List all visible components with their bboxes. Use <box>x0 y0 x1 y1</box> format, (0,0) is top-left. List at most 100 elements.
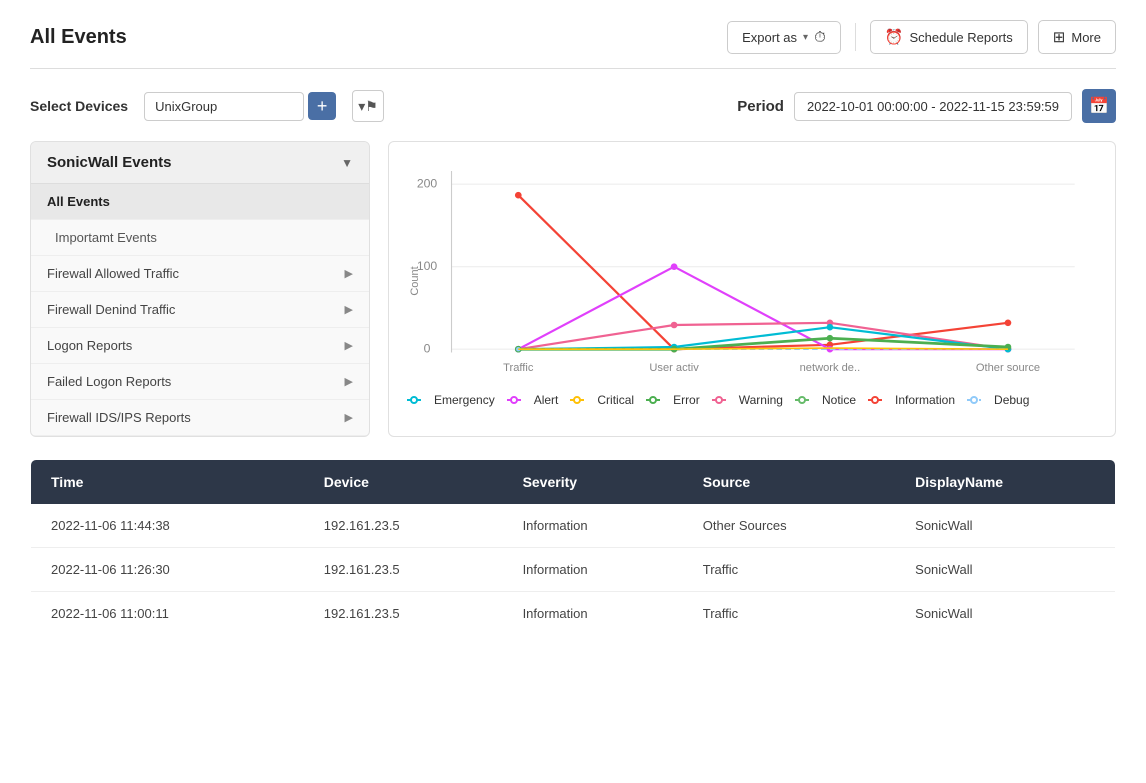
filter-icon: ▾⚑ <box>358 98 378 115</box>
header-actions: Export as ▾ ⏱ ⏰ Schedule Reports ⊞ More <box>727 20 1116 54</box>
legend-label: Alert <box>534 393 559 407</box>
page-title: All Events <box>30 26 127 49</box>
alarm-icon: ⏰ <box>885 28 904 46</box>
legend-label: Warning <box>739 393 783 407</box>
period-wrap: Period 2022-10-01 00:00:00 - 2022-11-15 … <box>737 89 1116 123</box>
chart-svg: 200 100 0 Traffic User activ network de.… <box>407 160 1097 380</box>
content: SonicWall Events ▼ All Events Importamt … <box>30 141 1116 437</box>
cell-displayname: SonicWall <box>895 548 1115 592</box>
legend-alert: Alert <box>507 393 559 407</box>
toolbar: Select Devices + ▾⚑ Period 2022-10-01 00… <box>30 89 1116 123</box>
legend-label: Notice <box>822 393 856 407</box>
filter-button[interactable]: ▾⚑ <box>352 90 384 122</box>
legend-label: Information <box>895 393 955 407</box>
col-severity: Severity <box>503 460 683 505</box>
export-button[interactable]: Export as ▾ ⏱ <box>727 21 841 54</box>
cell-source: Traffic <box>683 548 895 592</box>
legend-debug: Debug <box>967 393 1029 407</box>
sidebar-chevron-icon: ▼ <box>341 156 353 170</box>
svg-text:User activ: User activ <box>649 362 699 374</box>
export-label: Export as <box>742 30 797 45</box>
svg-text:Other source: Other source <box>976 362 1040 374</box>
sidebar-item-logon-reports[interactable]: Logon Reports ▶ <box>31 328 369 364</box>
legend-information: Information <box>868 393 955 407</box>
sidebar-item-label: Logon Reports <box>47 338 132 353</box>
sidebar-header: SonicWall Events ▼ <box>31 142 369 184</box>
sidebar-item-firewall-denied[interactable]: Firewall Denind Traffic ▶ <box>31 292 369 328</box>
col-source: Source <box>683 460 895 505</box>
divider <box>855 23 856 51</box>
svg-text:Traffic: Traffic <box>503 362 534 374</box>
cell-device: 192.161.23.5 <box>304 504 503 548</box>
sidebar-item-ids-ips[interactable]: Firewall IDS/IPS Reports ▶ <box>31 400 369 436</box>
sidebar-item-label: Firewall IDS/IPS Reports <box>47 410 191 425</box>
svg-text:0: 0 <box>424 342 431 356</box>
cell-displayname: SonicWall <box>895 592 1115 636</box>
sidebar-item-important-events[interactable]: Importamt Events <box>31 220 369 256</box>
svg-text:200: 200 <box>417 177 438 191</box>
chart-area: 200 100 0 Traffic User activ network de.… <box>388 141 1116 437</box>
legend-error: Error <box>646 393 700 407</box>
cell-time: 2022-11-06 11:44:38 <box>31 504 304 548</box>
legend-warning: Warning <box>712 393 783 407</box>
sidebar-item-all-events[interactable]: All Events <box>31 184 369 220</box>
calendar-icon: 📅 <box>1089 96 1109 116</box>
cell-device: 192.161.23.5 <box>304 592 503 636</box>
chevron-down-icon: ▾ <box>803 32 808 43</box>
sidebar-item-firewall-allowed[interactable]: Firewall Allowed Traffic ▶ <box>31 256 369 292</box>
period-value: 2022-10-01 00:00:00 - 2022-11-15 23:59:5… <box>794 92 1072 121</box>
legend-emergency: Emergency <box>407 393 495 407</box>
device-select-wrap: + <box>144 92 336 121</box>
cell-severity: Information <box>503 548 683 592</box>
schedule-label: Schedule Reports <box>909 30 1012 45</box>
sidebar-item-label: Firewall Allowed Traffic <box>47 266 179 281</box>
page-header: All Events Export as ▾ ⏱ ⏰ Schedule Repo… <box>30 20 1116 69</box>
legend-notice: Notice <box>795 393 856 407</box>
cell-severity: Information <box>503 504 683 548</box>
col-displayname: DisplayName <box>895 460 1115 505</box>
table-header-row: Time Device Severity Source DisplayName <box>31 460 1116 505</box>
sidebar-item-label: Firewall Denind Traffic <box>47 302 175 317</box>
select-devices-label: Select Devices <box>30 98 128 114</box>
table-section: Time Device Severity Source DisplayName … <box>30 459 1116 636</box>
table-row: 2022-11-06 11:00:11 192.161.23.5 Informa… <box>31 592 1116 636</box>
col-device: Device <box>304 460 503 505</box>
legend-label: Error <box>673 393 700 407</box>
svg-text:network de..: network de.. <box>800 362 861 374</box>
sidebar-item-failed-logon[interactable]: Failed Logon Reports ▶ <box>31 364 369 400</box>
cell-severity: Information <box>503 592 683 636</box>
legend-label: Critical <box>597 393 634 407</box>
legend-label: Emergency <box>434 393 495 407</box>
chevron-right-icon: ▶ <box>345 375 353 388</box>
sidebar-title: SonicWall Events <box>47 154 171 171</box>
period-label: Period <box>737 98 784 115</box>
more-label: More <box>1071 30 1101 45</box>
cell-source: Traffic <box>683 592 895 636</box>
chevron-right-icon: ▶ <box>345 411 353 424</box>
cell-time: 2022-11-06 11:00:11 <box>31 592 304 636</box>
cell-displayname: SonicWall <box>895 504 1115 548</box>
export-clock-icon: ⏱ <box>814 29 826 46</box>
legend-label: Debug <box>994 393 1029 407</box>
cell-time: 2022-11-06 11:26:30 <box>31 548 304 592</box>
chart-legend: Emergency Alert Critical Error Warning <box>407 393 1097 407</box>
calendar-button[interactable]: 📅 <box>1082 89 1116 123</box>
add-device-button[interactable]: + <box>308 92 336 120</box>
cell-device: 192.161.23.5 <box>304 548 503 592</box>
schedule-reports-button[interactable]: ⏰ Schedule Reports <box>870 20 1028 54</box>
sidebar: SonicWall Events ▼ All Events Importamt … <box>30 141 370 437</box>
svg-text:Count: Count <box>409 266 421 295</box>
more-icon: ⊞ <box>1053 28 1066 46</box>
sidebar-item-label: Importamt Events <box>55 230 157 245</box>
more-button[interactable]: ⊞ More <box>1038 20 1116 54</box>
col-time: Time <box>31 460 304 505</box>
chevron-right-icon: ▶ <box>345 303 353 316</box>
table-row: 2022-11-06 11:26:30 192.161.23.5 Informa… <box>31 548 1116 592</box>
sidebar-item-label: All Events <box>47 194 110 209</box>
chevron-right-icon: ▶ <box>345 339 353 352</box>
data-table: Time Device Severity Source DisplayName … <box>30 459 1116 636</box>
chevron-right-icon: ▶ <box>345 267 353 280</box>
cell-source: Other Sources <box>683 504 895 548</box>
sidebar-item-label: Failed Logon Reports <box>47 374 171 389</box>
device-input[interactable] <box>144 92 304 121</box>
